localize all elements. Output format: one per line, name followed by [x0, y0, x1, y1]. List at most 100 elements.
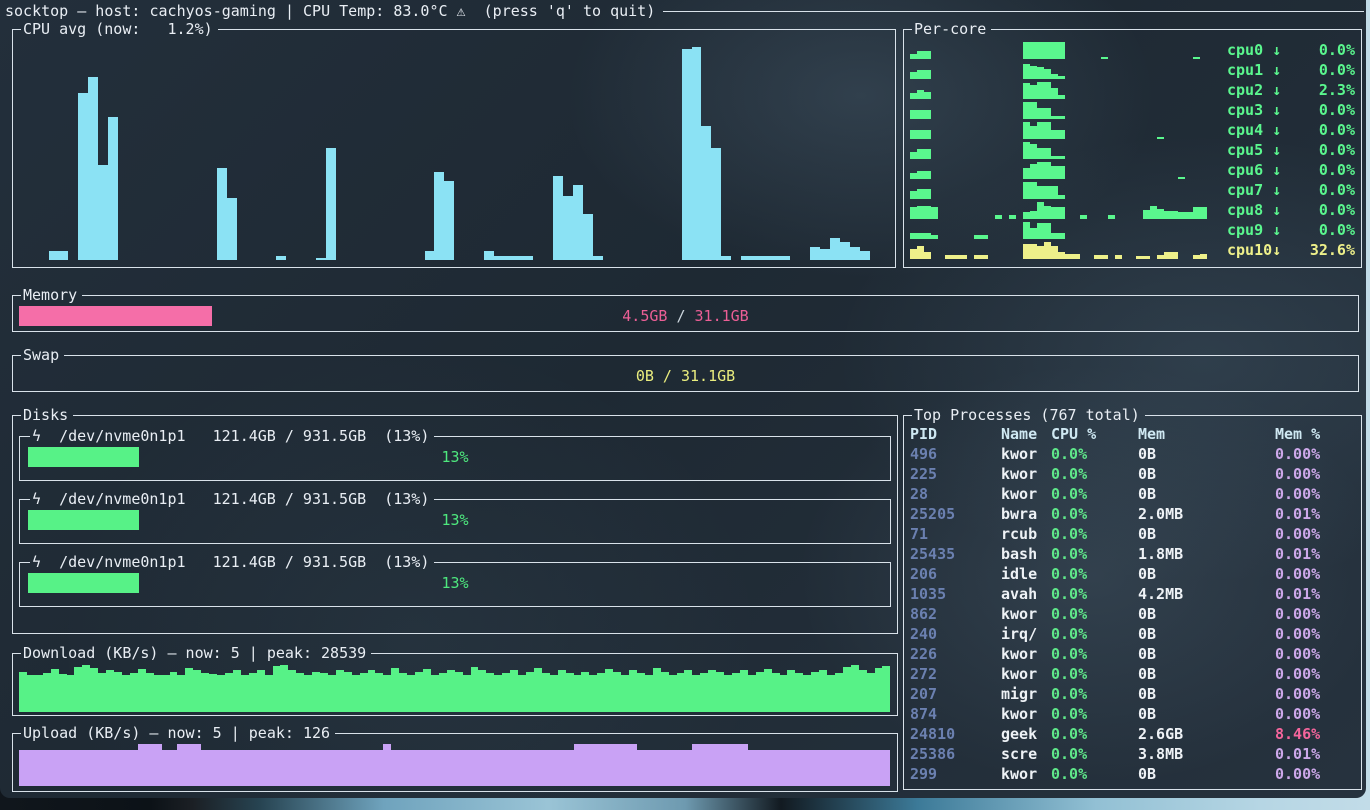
- process-row: 272kwor0.0%0B0.00%: [910, 664, 1355, 684]
- per-core-title: Per-core: [912, 20, 991, 38]
- disk-gauge: 13%: [28, 572, 882, 596]
- core-name: cpu2 ↓: [1227, 80, 1281, 100]
- process-row: 206idle0.0%0B0.00%: [910, 564, 1355, 584]
- process-cell: 0B: [1138, 564, 1275, 584]
- core-sparkline: [910, 161, 1221, 179]
- disk-label: /dev/nvme0n1p1 121.4GB / 931.5GB (13%): [41, 427, 429, 445]
- disk-title: ϟ /dev/nvme0n1p1 121.4GB / 931.5GB (13%): [30, 553, 434, 571]
- process-cell: avah: [1001, 584, 1051, 604]
- process-cell: 0B: [1138, 684, 1275, 704]
- process-row: 24810geek0.0%2.6GB8.46%: [910, 724, 1355, 744]
- disk-gauge: 13%: [28, 446, 882, 470]
- per-core-row: cpu6 ↓0.0%: [910, 160, 1355, 180]
- core-name: cpu7 ↓: [1227, 180, 1281, 200]
- process-cell: irq/: [1001, 624, 1051, 644]
- disk-label: /dev/nvme0n1p1 121.4GB / 931.5GB (13%): [41, 553, 429, 571]
- per-core-panel: Per-core cpu0 ↓0.0%cpu1 ↓0.0%cpu2 ↓2.3%c…: [903, 20, 1362, 268]
- process-row: 874kwor0.0%0B0.00%: [910, 704, 1355, 724]
- process-cell: 0.00%: [1275, 684, 1355, 704]
- core-value: 0.0%: [1319, 120, 1355, 140]
- process-cell: 0B: [1138, 644, 1275, 664]
- disk-panel: ϟ /dev/nvme0n1p1 121.4GB / 931.5GB (13%)…: [19, 490, 891, 544]
- process-cell: 874: [910, 704, 1001, 724]
- core-sparkline: [910, 201, 1221, 219]
- process-cell: 0.00%: [1275, 604, 1355, 624]
- process-cell: kwor: [1001, 704, 1051, 724]
- core-name: cpu8 ↓: [1227, 200, 1281, 220]
- process-cell: 0.0%: [1051, 684, 1138, 704]
- disk-pct-text: 13%: [28, 447, 882, 467]
- disk-list: ϟ /dev/nvme0n1p1 121.4GB / 931.5GB (13%)…: [19, 427, 891, 607]
- process-cell: 0.00%: [1275, 444, 1355, 464]
- per-core-row: cpu5 ↓0.0%: [910, 140, 1355, 160]
- process-row: 226kwor0.0%0B0.00%: [910, 644, 1355, 664]
- process-cell: 3.8MB: [1138, 744, 1275, 764]
- download-chart: [19, 662, 891, 712]
- process-cell: 225: [910, 464, 1001, 484]
- core-name: cpu3 ↓: [1227, 100, 1281, 120]
- process-cell: 0.00%: [1275, 664, 1355, 684]
- memory-panel: Memory 4.5GB / 31.1GB: [12, 286, 1359, 332]
- core-value: 0.0%: [1319, 200, 1355, 220]
- swap-total: 31.1GB: [681, 367, 735, 385]
- core-value: 2.3%: [1319, 80, 1355, 100]
- core-name: cpu0 ↓: [1227, 40, 1281, 60]
- process-cell: 0B: [1138, 764, 1275, 784]
- swap-panel: Swap 0B / 31.1GB: [12, 346, 1359, 392]
- core-sparkline: [910, 121, 1221, 139]
- core-label: cpu9 ↓0.0%: [1227, 220, 1355, 240]
- process-cell: 206: [910, 564, 1001, 584]
- process-row: 25205bwra0.0%2.0MB0.01%: [910, 504, 1355, 524]
- process-cell: 25205: [910, 504, 1001, 524]
- col-header-name: Name: [1001, 424, 1051, 444]
- process-cell: 299: [910, 764, 1001, 784]
- process-cell: 0.0%: [1051, 624, 1138, 644]
- process-cell: 0.0%: [1051, 704, 1138, 724]
- process-cell: 0.00%: [1275, 624, 1355, 644]
- core-name: cpu1 ↓: [1227, 60, 1281, 80]
- process-cell: 24810: [910, 724, 1001, 744]
- core-sparkline: [910, 61, 1221, 79]
- core-label: cpu8 ↓ 0.0%: [1227, 200, 1355, 220]
- process-cell: 2.0MB: [1138, 504, 1275, 524]
- process-cell: 2.6GB: [1138, 724, 1275, 744]
- process-row: 207migr0.0%0B0.00%: [910, 684, 1355, 704]
- core-value: 0.0%: [1319, 40, 1355, 60]
- download-title: Download (KB/s) — now: 5 | peak: 28539: [21, 644, 371, 662]
- disk-label: /dev/nvme0n1p1 121.4GB / 931.5GB (13%): [41, 490, 429, 508]
- core-sparkline: [910, 241, 1221, 259]
- core-value: 32.6%: [1310, 240, 1355, 260]
- disk-pct-text: 13%: [28, 573, 882, 593]
- core-label: cpu0 ↓ 0.0%: [1227, 40, 1355, 60]
- process-cell: 0B: [1138, 464, 1275, 484]
- process-cell: kwor: [1001, 764, 1051, 784]
- process-row: 862kwor0.0%0B0.00%: [910, 604, 1355, 624]
- cpu-avg-title: CPU avg (now: 1.2%): [21, 20, 218, 38]
- process-cell: 0.0%: [1051, 604, 1138, 624]
- per-core-row: cpu0 ↓ 0.0%: [910, 40, 1355, 60]
- process-cell: scre: [1001, 744, 1051, 764]
- process-cell: 71: [910, 524, 1001, 544]
- process-cell: 240: [910, 624, 1001, 644]
- core-sparkline: [910, 141, 1221, 159]
- per-core-row: cpu2 ↓ 2.3%: [910, 80, 1355, 100]
- core-label: cpu5 ↓0.0%: [1227, 140, 1355, 160]
- process-cell: 0.0%: [1051, 444, 1138, 464]
- process-cell: 0.0%: [1051, 724, 1138, 744]
- process-cell: 0B: [1138, 704, 1275, 724]
- disk-panel: ϟ /dev/nvme0n1p1 121.4GB / 931.5GB (13%)…: [19, 553, 891, 607]
- col-header-mem: Mem: [1138, 424, 1275, 444]
- lightning-icon: ϟ: [32, 490, 41, 508]
- process-cell: kwor: [1001, 484, 1051, 504]
- memory-gauge: 4.5GB / 31.1GB: [19, 305, 1352, 329]
- per-core-row: cpu10↓32.6%: [910, 240, 1355, 260]
- process-cell: 496: [910, 444, 1001, 464]
- process-cell: 0.0%: [1051, 504, 1138, 524]
- process-cell: 0.0%: [1051, 764, 1138, 784]
- memory-title: Memory: [21, 286, 82, 304]
- disks-title: Disks: [21, 406, 73, 424]
- process-cell: idle: [1001, 564, 1051, 584]
- process-cell: kwor: [1001, 604, 1051, 624]
- process-cell: 0B: [1138, 604, 1275, 624]
- col-header-pid: PID: [910, 424, 1001, 444]
